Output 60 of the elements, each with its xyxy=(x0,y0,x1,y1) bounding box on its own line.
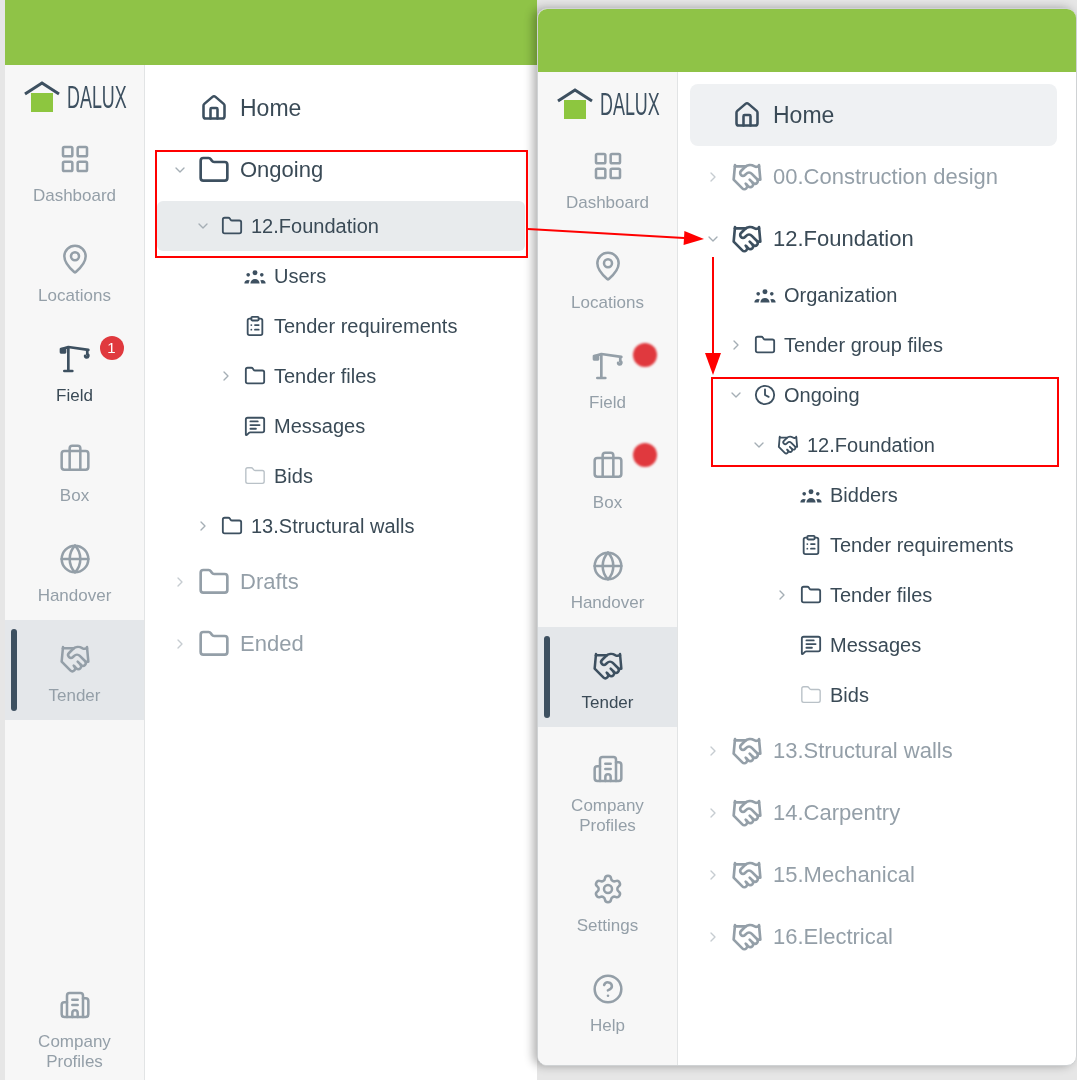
logo-text: DALUX xyxy=(66,80,127,113)
building-icon xyxy=(58,989,91,1021)
home-item[interactable]: Home xyxy=(200,90,302,126)
tree-item[interactable]: 12.Foundation xyxy=(751,428,935,462)
handshake-icon xyxy=(591,650,624,682)
globe-icon xyxy=(591,550,624,582)
people-icon xyxy=(244,268,266,284)
folder-icon xyxy=(244,365,266,387)
folder-icon xyxy=(221,515,243,537)
folder-icon xyxy=(800,684,822,706)
help-icon xyxy=(591,973,624,1005)
handshake-icon xyxy=(731,797,763,829)
tree-item[interactable]: Bidders xyxy=(774,478,898,512)
nav-item[interactable]: Tender xyxy=(538,627,677,727)
logo-house-icon xyxy=(22,81,61,112)
tree-item[interactable]: 12.Foundation xyxy=(705,224,914,254)
tree-item[interactable]: 12.Foundation xyxy=(157,201,525,251)
tree-item[interactable]: Messages xyxy=(774,628,922,662)
home-icon xyxy=(200,94,228,122)
folder-icon xyxy=(221,215,243,237)
tree-item[interactable]: Tender files xyxy=(774,578,933,612)
clipboard-list-icon xyxy=(244,315,266,337)
logo-text: DALUX xyxy=(599,87,660,120)
tree-item[interactable]: Users xyxy=(218,259,327,293)
message-icon xyxy=(244,415,266,437)
folder-icon xyxy=(800,584,822,606)
tree-item[interactable]: Organization xyxy=(728,278,898,312)
people-icon xyxy=(754,287,776,303)
clock-icon xyxy=(754,384,776,406)
tree-item[interactable]: Ongoing xyxy=(728,378,860,412)
handshake-icon xyxy=(731,921,763,953)
message-icon xyxy=(800,634,822,656)
tree-item[interactable]: Tender files xyxy=(218,359,377,393)
tree-item[interactable]: Ongoing xyxy=(172,155,324,185)
folder-icon xyxy=(754,334,776,356)
crane-icon xyxy=(58,343,91,375)
clipboard-list-icon xyxy=(800,534,822,556)
tree-item[interactable]: 13.Structural walls xyxy=(195,509,415,543)
tree-item[interactable]: Bids xyxy=(218,459,313,493)
home-item[interactable]: Home xyxy=(690,84,1057,146)
notification-badge: 1 xyxy=(99,336,124,360)
handshake-icon xyxy=(731,859,763,891)
globe-icon xyxy=(58,543,91,575)
crane-icon xyxy=(591,350,624,382)
tree-item[interactable]: Tender requirements xyxy=(218,309,458,343)
handshake-icon xyxy=(731,735,763,767)
home-icon xyxy=(733,101,761,129)
handshake-icon xyxy=(58,643,91,675)
handshake-icon xyxy=(731,161,763,193)
folder-icon xyxy=(244,465,266,487)
tree-item[interactable]: Tender group files xyxy=(728,328,943,362)
tree-item[interactable]: Bids xyxy=(774,678,869,712)
tree-item[interactable]: Messages xyxy=(218,409,366,443)
handshake-icon xyxy=(731,223,763,255)
handshake-icon xyxy=(777,434,799,456)
logo-house-icon xyxy=(555,88,594,119)
people-icon xyxy=(800,487,822,503)
nav-item[interactable]: 1 Field xyxy=(5,320,144,420)
tree-item[interactable]: Tender requirements xyxy=(774,528,1014,562)
building-icon xyxy=(591,753,624,785)
